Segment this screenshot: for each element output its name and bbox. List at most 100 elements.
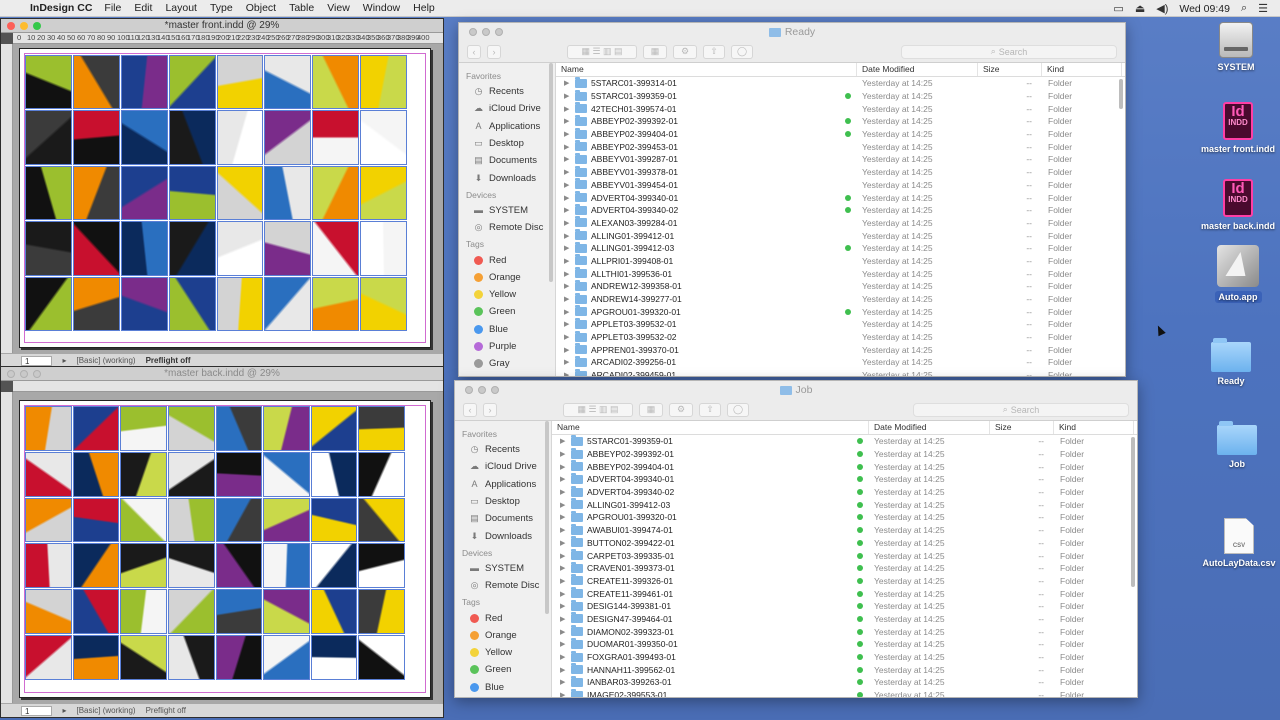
disclosure-triangle-icon[interactable]: ▶ [560,552,567,560]
disclosure-triangle-icon[interactable]: ▶ [564,282,571,290]
sidebar-tag-purple[interactable]: Purple [455,696,551,697]
disclosure-triangle-icon[interactable]: ▶ [564,295,571,303]
list-item[interactable]: ▶ AWABUI01-399474-01 Yesterday at 14:25 -- F… [552,523,1137,537]
disclosure-triangle-icon[interactable]: ▶ [564,92,571,100]
list-item[interactable]: ▶ ALLING01-399412-03 Yesterday at 14:25 -- F… [556,241,1125,255]
disclosure-triangle-icon[interactable]: ▶ [564,333,571,341]
business-card-thumbnail[interactable] [310,406,358,451]
tag-icon[interactable]: ◯ [731,44,753,59]
list-item[interactable]: ▶ ADVERT04-399340-01 Yesterday at 14:25 -- F… [552,472,1137,486]
disclosure-triangle-icon[interactable]: ▶ [564,270,571,278]
business-card-thumbnail[interactable] [72,406,120,451]
sidebar-scrollbar[interactable] [549,63,553,283]
forward-arrow-icon[interactable]: › [487,44,501,59]
menu-view[interactable]: View [327,2,350,14]
list-item[interactable]: ▶ ABBEYV01-399378-01 Yesterday at 14:25 -- F… [556,165,1125,179]
back-arrow-icon[interactable]: ‹ [463,402,477,417]
business-card-thumbnail[interactable] [360,55,407,110]
business-card-thumbnail[interactable] [120,497,167,543]
disclosure-triangle-icon[interactable]: ▶ [564,168,571,176]
disclosure-triangle-icon[interactable]: ▶ [560,666,567,674]
sidebar-tag-blue[interactable]: Blue [455,679,551,696]
disclosure-triangle-icon[interactable]: ▶ [560,590,567,598]
list-item[interactable]: ▶ ALLING01-399412-03 Yesterday at 14:25 -- F… [552,498,1137,511]
column-size[interactable]: Size [978,63,1042,76]
business-card-thumbnail[interactable] [360,221,407,276]
business-card-thumbnail[interactable] [25,55,72,110]
business-card-thumbnail[interactable] [360,165,407,221]
business-card-thumbnail[interactable] [120,543,167,589]
list-item[interactable]: ▶ ABBEYP02-399404-01 Yesterday at 14:25 -- F… [552,460,1137,473]
chevron-icon[interactable]: ▸ [62,706,66,715]
business-card-thumbnail[interactable] [310,543,358,589]
gear-icon[interactable]: ⚙ [669,402,693,417]
business-card-thumbnail[interactable] [25,451,72,497]
sidebar-item-applications[interactable]: A Applications [459,118,555,135]
list-item[interactable]: ▶ IMAGE02-399553-01 Yesterday at 14:25 -- Fo… [552,688,1137,697]
sidebar-tag-gray[interactable]: Gray [459,355,555,372]
business-card-thumbnail[interactable] [264,221,312,276]
business-card-thumbnail[interactable] [310,497,358,543]
disclosure-triangle-icon[interactable]: ▶ [560,501,567,509]
list-item[interactable]: ▶ ALLING01-399412-01 Yesterday at 14:25 -- F… [556,229,1125,242]
sidebar-item-remote-disc[interactable]: ◎ Remote Disc [459,219,555,236]
zoom-icon[interactable] [491,386,499,394]
zoom-icon[interactable] [495,28,503,36]
disclosure-triangle-icon[interactable]: ▶ [564,181,571,189]
business-card-thumbnail[interactable] [312,165,360,221]
list-item[interactable]: ▶ ALLPRI01-399408-01 Yesterday at 14:25 -- F… [556,254,1125,268]
window-titlebar[interactable]: Job [455,381,1137,399]
menu-window[interactable]: Window [363,2,400,14]
vertical-scrollbar[interactable] [1131,437,1135,587]
list-item[interactable]: ▶ ARCADI02-399256-01 Yesterday at 14:25 -- F… [556,355,1125,369]
list-item[interactable]: ▶ ABBEYV01-399454-01 Yesterday at 14:25 -- F… [556,178,1125,192]
business-card-thumbnail[interactable] [264,55,312,110]
list-item[interactable]: ▶ ANDREW14-399277-01 Yesterday at 14:25 -- F… [556,292,1125,306]
style-status[interactable]: [Basic] (working) [76,706,135,715]
sidebar-item-downloads[interactable]: ⬇ Downloads [459,169,555,186]
menu-file[interactable]: File [104,2,121,14]
business-card-thumbnail[interactable] [167,406,215,451]
disclosure-triangle-icon[interactable]: ▶ [560,691,567,697]
window-titlebar[interactable]: *master back.indd @ 29% [1,367,443,381]
window-titlebar[interactable]: *master front.indd @ 29% [1,19,443,33]
list-item[interactable]: ▶ APPLET03-399532-01 Yesterday at 14:25 -- F… [556,317,1125,331]
volume-icon[interactable]: ◀) [1156,2,1168,15]
disclosure-triangle-icon[interactable]: ▶ [564,79,571,87]
menu-layout[interactable]: Layout [165,2,197,14]
close-icon[interactable] [465,386,473,394]
business-card-thumbnail[interactable] [25,110,72,165]
spotlight-icon[interactable]: ⌕ [1241,2,1247,15]
business-card-thumbnail[interactable] [167,635,215,680]
disclosure-triangle-icon[interactable]: ▶ [564,130,571,138]
menu-table[interactable]: Table [289,2,314,14]
business-card-thumbnail[interactable] [358,589,405,635]
search-input[interactable]: ⌕ Search [901,44,1117,59]
desktop-icon-auto-app[interactable]: Auto.app [1193,245,1280,303]
business-card-thumbnail[interactable] [263,451,310,497]
list-item[interactable]: ▶ APPREN01-399370-01 Yesterday at 14:25 -- F… [556,343,1125,356]
list-item[interactable]: ▶ ALEXAN03-399284-01 Yesterday at 14:25 -- F… [556,216,1125,230]
sidebar-tag-orange[interactable]: Orange [455,627,551,644]
disclosure-triangle-icon[interactable]: ▶ [560,488,567,496]
disclosure-triangle-icon[interactable]: ▶ [560,653,567,661]
close-icon[interactable] [469,28,477,36]
page-number-field[interactable]: 1 [21,705,53,716]
business-card-thumbnail[interactable] [263,589,310,635]
sidebar-item-documents[interactable]: ▤ Documents [459,152,555,169]
list-item[interactable]: ▶ ABBEYV01-399287-01 Yesterday at 14:25 -- F… [556,152,1125,166]
disclosure-triangle-icon[interactable]: ▶ [564,155,571,163]
menu-help[interactable]: Help [413,2,435,14]
list-item[interactable]: ▶ CARPET03-399335-01 Yesterday at 14:25 -- F… [552,549,1137,562]
business-card-thumbnail[interactable] [72,165,120,221]
menu-type[interactable]: Type [210,2,233,14]
list-item[interactable]: ▶ BUTTON02-399422-01 Yesterday at 14:25 -- F… [552,536,1137,550]
preflight-status[interactable]: Preflight off [146,356,191,365]
disclosure-triangle-icon[interactable]: ▶ [564,206,571,214]
horizontal-ruler[interactable] [13,381,443,392]
sidebar-tag-purple[interactable]: Purple [459,338,555,355]
business-card-thumbnail[interactable] [168,165,216,221]
desktop-icon-autolaydata-csv[interactable]: CSV AutoLayData.csv [1194,518,1280,568]
pasteboard[interactable] [13,392,443,703]
business-card-thumbnail[interactable] [72,110,120,165]
